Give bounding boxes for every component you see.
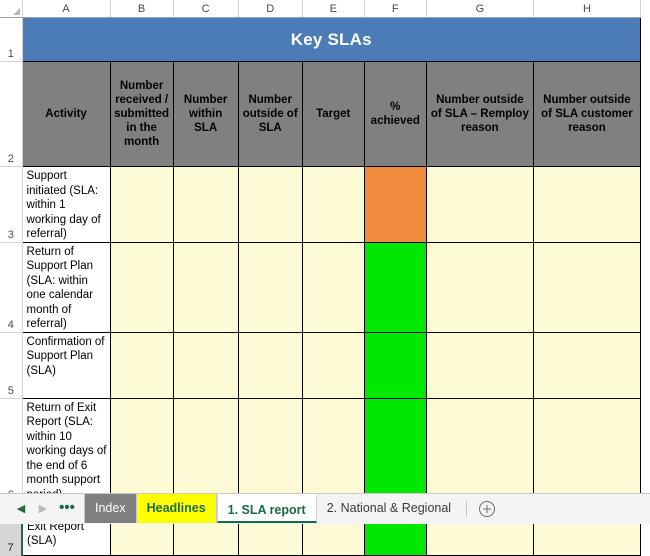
sheet-tab-headlines[interactable]: Headlines xyxy=(136,493,217,523)
column-header-h[interactable]: H xyxy=(533,0,642,18)
cell-number-within-sla-3[interactable] xyxy=(172,331,239,399)
sheet-tab-sla-report[interactable]: 1. SLA report xyxy=(216,493,317,523)
plus-circle-icon xyxy=(479,501,496,517)
header-target[interactable]: Target xyxy=(301,61,365,167)
cell-activity-2[interactable]: Return of Support Plan (SLA: within one … xyxy=(21,241,111,333)
sheet-title-cell[interactable]: Key SLAs xyxy=(21,17,642,62)
cell-number-received-1[interactable] xyxy=(109,166,174,243)
header-pct-achieved[interactable]: % achieved xyxy=(363,61,427,167)
cell-number-outside-sla-3[interactable] xyxy=(237,331,303,399)
cell-number-received-3[interactable] xyxy=(109,331,174,399)
row-header-5[interactable]: 5 xyxy=(0,332,23,399)
right-arrow-icon: ▶ xyxy=(38,502,48,515)
row-header-4[interactable]: 4 xyxy=(0,242,23,333)
left-arrow-icon: ◀ xyxy=(16,502,26,515)
cell-target-2[interactable] xyxy=(301,241,365,333)
cell-target-1[interactable] xyxy=(301,166,365,243)
worksheet-grid[interactable]: A B C D E F G H 1 Key SLAs 2 Activity Nu… xyxy=(0,0,650,556)
column-header-f[interactable]: F xyxy=(364,0,427,18)
cell-outside-customer-4[interactable] xyxy=(532,397,642,503)
column-header-row: A B C D E F G H xyxy=(0,0,642,18)
header-number-outside-sla[interactable]: Number outside of SLA xyxy=(237,61,303,167)
header-number-within-sla[interactable]: Number within SLA xyxy=(172,61,239,167)
sheet-table: A B C D E F G H 1 Key SLAs 2 Activity Nu… xyxy=(0,0,642,556)
row-header-1[interactable]: 1 xyxy=(0,17,23,62)
cell-outside-remploy-4[interactable] xyxy=(425,397,534,503)
cell-number-received-2[interactable] xyxy=(109,241,174,333)
sheet-row-3: 3 Support initiated (SLA: within 1 worki… xyxy=(0,166,642,243)
cell-target-3[interactable] xyxy=(301,331,365,399)
row-header-3[interactable]: 3 xyxy=(0,166,23,243)
cell-number-within-sla-2[interactable] xyxy=(172,241,239,333)
column-header-a[interactable]: A xyxy=(22,0,111,18)
cell-outside-customer-1[interactable] xyxy=(532,166,642,243)
column-header-c[interactable]: C xyxy=(173,0,239,18)
cell-activity-1[interactable]: Support initiated (SLA: within 1 working… xyxy=(21,166,111,243)
add-sheet-button[interactable] xyxy=(476,498,498,520)
sheet-tab-index[interactable]: Index xyxy=(84,493,137,523)
cell-pct-achieved-1[interactable] xyxy=(363,166,427,243)
cell-activity-3[interactable]: Confirmation of Support Plan (SLA) xyxy=(21,331,111,399)
spreadsheet-window: A B C D E F G H 1 Key SLAs 2 Activity Nu… xyxy=(0,0,650,556)
sheet-tab-national-regional[interactable]: 2. National & Regional xyxy=(316,493,462,523)
tab-separator xyxy=(466,501,468,517)
sheet-tabs: Index Headlines 1. SLA report 2. Nationa… xyxy=(84,493,462,525)
select-all-triangle-icon xyxy=(12,8,20,15)
sheet-row-1: 1 Key SLAs xyxy=(0,17,642,62)
previous-sheet-button[interactable]: ◀ xyxy=(10,496,32,522)
cell-number-received-4[interactable] xyxy=(109,397,174,503)
cell-activity-4[interactable]: Return of Exit Report (SLA: within 10 wo… xyxy=(21,397,111,503)
sheet-tab-bar: ◀ ▶ ••• Index Headlines 1. SLA report 2.… xyxy=(0,493,650,524)
row-header-6[interactable]: 6 xyxy=(0,398,23,503)
column-header-e[interactable]: E xyxy=(302,0,365,18)
select-all-corner[interactable] xyxy=(0,0,23,18)
cell-outside-customer-2[interactable] xyxy=(532,241,642,333)
cell-number-within-sla-4[interactable] xyxy=(172,397,239,503)
cell-number-outside-sla-4[interactable] xyxy=(237,397,303,503)
cell-outside-remploy-1[interactable] xyxy=(425,166,534,243)
sheet-row-2: 2 Activity Number received / submitted i… xyxy=(0,61,642,167)
cell-number-outside-sla-1[interactable] xyxy=(237,166,303,243)
sheet-row-5: 5 Confirmation of Support Plan (SLA) xyxy=(0,331,642,399)
column-header-b[interactable]: B xyxy=(110,0,174,18)
cell-pct-achieved-4[interactable] xyxy=(363,397,427,503)
cell-outside-customer-3[interactable] xyxy=(532,331,642,399)
header-number-received[interactable]: Number received / submitted in the month xyxy=(109,61,174,167)
cell-pct-achieved-3[interactable] xyxy=(363,331,427,399)
header-outside-sla-remploy[interactable]: Number outside of SLA – Remploy reason xyxy=(425,61,534,167)
column-header-d[interactable]: D xyxy=(238,0,303,18)
sheet-nav-arrows: ◀ ▶ ••• xyxy=(0,494,80,524)
header-outside-sla-customer[interactable]: Number outside of SLA customer reason xyxy=(532,61,642,167)
cell-pct-achieved-2[interactable] xyxy=(363,241,427,333)
cell-number-within-sla-1[interactable] xyxy=(172,166,239,243)
cell-number-outside-sla-2[interactable] xyxy=(237,241,303,333)
sheet-row-4: 4 Return of Support Plan (SLA: within on… xyxy=(0,241,642,333)
column-header-g[interactable]: G xyxy=(426,0,534,18)
next-sheet-button[interactable]: ▶ xyxy=(32,496,54,522)
cell-outside-remploy-2[interactable] xyxy=(425,241,534,333)
header-activity[interactable]: Activity xyxy=(21,61,111,167)
cell-outside-remploy-3[interactable] xyxy=(425,331,534,399)
row-header-2[interactable]: 2 xyxy=(0,61,23,167)
sheet-overflow-button[interactable]: ••• xyxy=(54,496,80,522)
sheet-row-6: 6 Return of Exit Report (SLA: within 10 … xyxy=(0,397,642,503)
cell-target-4[interactable] xyxy=(301,397,365,503)
